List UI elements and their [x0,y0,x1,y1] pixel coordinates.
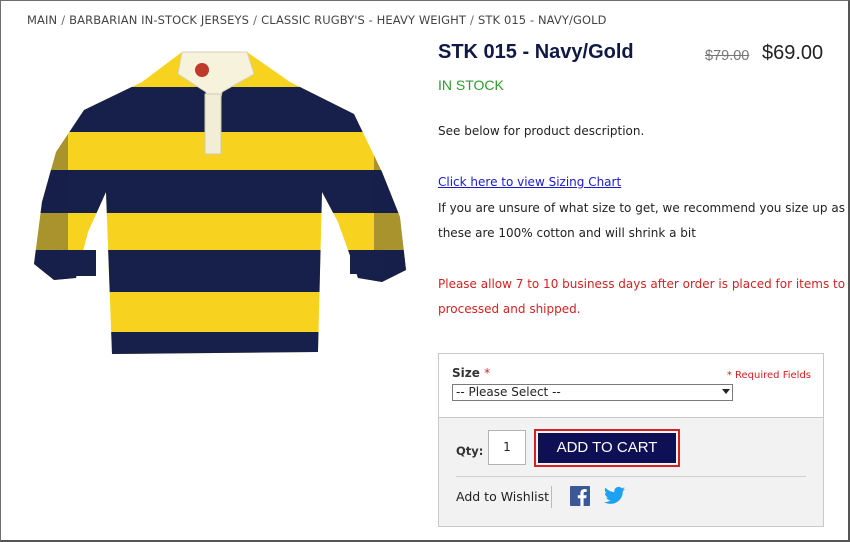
shipping-note-line-1: Please allow 7 to 10 business days after… [438,277,850,291]
add-to-cart-focus-outline: ADD TO CART [534,429,680,467]
size-select[interactable]: -- Please Select -- [452,384,733,401]
size-label: Size * [452,366,490,380]
product-title: STK 015 - Navy/Gold [438,41,634,63]
vertical-divider [551,486,552,508]
required-star: * [484,366,491,380]
product-options-box: Size * * Required Fields -- Please Selec… [438,353,824,527]
description-text: See below for product description. [438,124,645,138]
breadcrumb-barbarian-in-stock-jerseys[interactable]: BARBARIAN IN-STOCK JERSEYS [69,13,249,27]
breadcrumb-separator: / [61,13,66,27]
breadcrumb-separator: / [253,13,258,27]
price: $69.00 [762,42,824,64]
chevron-down-icon [722,389,730,394]
sizing-note-line-1: If you are unsure of what size to get, w… [438,201,845,215]
add-to-wishlist-link[interactable]: Add to Wishlist [456,489,549,504]
old-price: $79.00 [705,48,750,64]
breadcrumb-classic-rugbys[interactable]: CLASSIC RUGBY'S - HEAVY WEIGHT [261,13,466,27]
size-option-area: Size * * Required Fields -- Please Selec… [439,354,823,418]
breadcrumb-separator: / [470,13,475,27]
sizing-chart-link[interactable]: Click here to view Sizing Chart [438,175,621,189]
add-to-cart-button[interactable]: ADD TO CART [538,433,676,463]
add-to-cart-area: Qty: 1 ADD TO CART Add to Wishlist [439,418,823,526]
size-label-text: Size [452,366,480,380]
qty-label: Qty: [456,444,484,458]
divider [456,476,806,477]
breadcrumb: MAIN / BARBARIAN IN-STOCK JERSEYS / CLASSIC … [27,13,607,27]
product-image[interactable] [32,42,410,357]
facebook-icon[interactable] [570,486,590,506]
required-fields-note: * Required Fields [726,370,811,381]
stock-status: IN STOCK [438,77,504,93]
breadcrumb-main[interactable]: MAIN [27,13,57,27]
twitter-icon[interactable] [604,486,625,505]
size-select-value: -- Please Select -- [456,385,561,399]
quantity-input[interactable]: 1 [488,430,526,465]
breadcrumb-current-product[interactable]: STK 015 - NAVY/GOLD [478,13,607,27]
sizing-note-line-2: these are 100% cotton and will shrink a … [438,226,696,240]
shipping-note-line-2: processed and shipped. [438,302,581,316]
